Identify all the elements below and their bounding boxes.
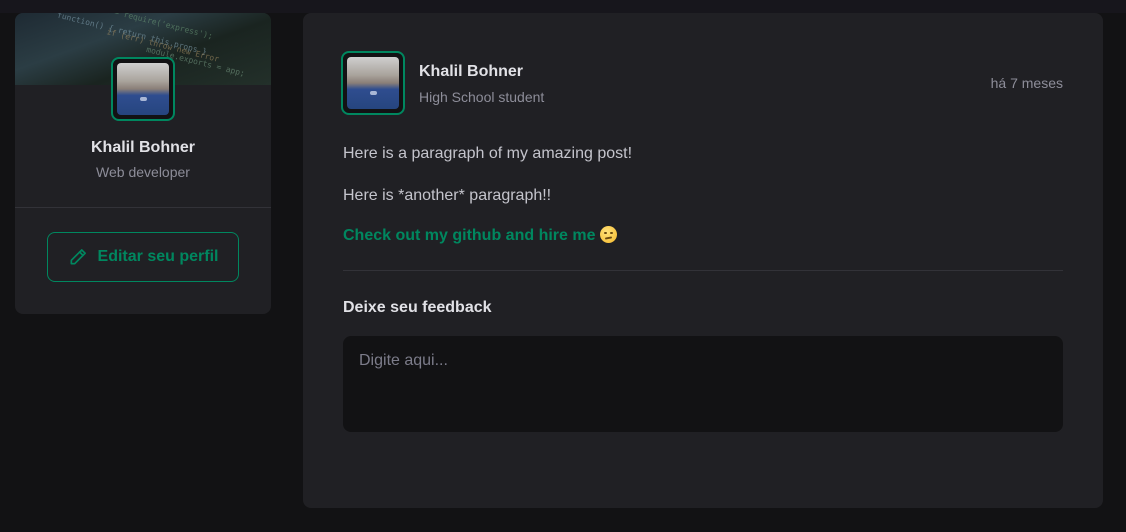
post-author-avatar[interactable] [341,51,405,115]
top-strip [0,0,1126,13]
sidebar-divider [15,207,271,208]
pencil-icon [70,249,86,265]
feedback-input[interactable] [343,336,1063,432]
post-time: há 7 meses [990,75,1063,91]
post-author-role: High School student [419,89,545,105]
post-content: Here is a paragraph of my amazing post! … [343,141,1063,265]
avatar[interactable] [111,57,175,121]
profile-sidebar: const x = require('express'); function()… [15,13,271,314]
github-link[interactable]: Check out my github and hire me [343,227,595,244]
edit-profile-label: Editar seu perfil [97,248,219,265]
post-card: Khalil Bohner High School student há 7 m… [303,13,1103,508]
feedback-title: Deixe seu feedback [343,299,492,316]
profile-role: Web developer [96,164,190,180]
edit-profile-button[interactable]: Editar seu perfil [47,232,239,282]
post-paragraph: Here is a paragraph of my amazing post! [343,145,633,162]
post-paragraph: Here is *another* paragraph!! [343,186,552,204]
smirking-face-icon [599,226,617,244]
avatar-photo [117,63,169,115]
post-divider [343,270,1063,271]
profile-name: Khalil Bohner [90,139,195,156]
post-author-name: Khalil Bohner [419,63,524,80]
post-author-photo [347,57,399,109]
